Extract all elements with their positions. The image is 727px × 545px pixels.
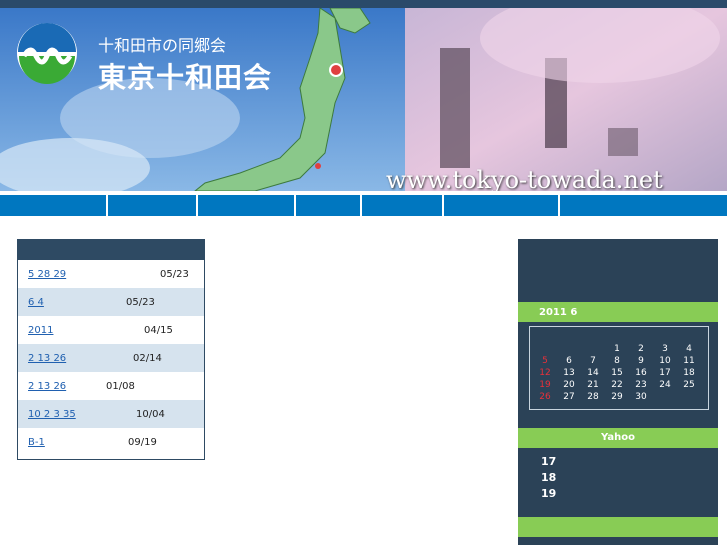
nav-tab-6[interactable] [444, 195, 560, 216]
calendar-day[interactable]: 1 [605, 343, 629, 355]
news-date: 05/23 [126, 296, 155, 308]
nav-tab-2[interactable] [108, 195, 198, 216]
news-link[interactable]: 5 28 29 [28, 269, 150, 280]
news-date: 01/08 [106, 380, 135, 392]
news-item: 6 4 05/23 [18, 288, 204, 316]
site-url: www.tokyo-towada.net [386, 166, 663, 191]
calendar-day[interactable]: 4 [677, 343, 701, 355]
nav-tab-5[interactable] [362, 195, 444, 216]
news-date: 09/19 [128, 436, 157, 448]
calendar-day[interactable]: 10 [653, 355, 677, 367]
logo-icon [17, 23, 77, 84]
calendar-day[interactable]: 25 [677, 379, 701, 391]
news-link[interactable]: 2 13 26 [28, 353, 123, 364]
calendar-day[interactable]: 16 [629, 367, 653, 379]
nav-tab-4[interactable] [296, 195, 362, 216]
calendar-day[interactable]: 8 [605, 355, 629, 367]
sidebar-footer-bar [518, 517, 718, 537]
calendar-day[interactable]: 6 [557, 355, 581, 367]
calendar-day[interactable]: 13 [557, 367, 581, 379]
calendar-day[interactable]: 28 [581, 391, 605, 403]
nav-tab-7[interactable] [560, 195, 727, 216]
calendar-day[interactable]: 22 [605, 379, 629, 391]
nav-tab-3[interactable] [198, 195, 296, 216]
calendar-day [557, 343, 581, 355]
news-date: 04/15 [144, 324, 173, 336]
yahoo-header: Yahoo [518, 428, 718, 448]
calendar-day[interactable]: 26 [533, 391, 557, 403]
calendar-day[interactable]: 5 [533, 355, 557, 367]
calendar-day[interactable]: 30 [629, 391, 653, 403]
news-item: 2 13 26 02/14 [18, 344, 204, 372]
news-date: 02/14 [133, 352, 162, 364]
calendar-header: 2011 6 [518, 302, 718, 322]
calendar-day [581, 343, 605, 355]
calendar-day[interactable]: 29 [605, 391, 629, 403]
calendar-day[interactable]: 15 [605, 367, 629, 379]
calendar-week: 5 6 7 8 9 10 11 [533, 355, 708, 367]
calendar-day [653, 391, 677, 403]
calendar-day[interactable]: 7 [581, 355, 605, 367]
news-item: B-1 09/19 [18, 428, 204, 456]
news-item: 2 13 26 01/08 [18, 372, 204, 400]
calendar-day[interactable]: 17 [653, 367, 677, 379]
news-header [18, 240, 204, 260]
calendar-day [533, 343, 557, 355]
yahoo-item[interactable]: 19 [541, 487, 556, 500]
news-date: 05/23 [160, 268, 189, 280]
calendar-day[interactable]: 2 [629, 343, 653, 355]
calendar-day[interactable]: 20 [557, 379, 581, 391]
site-subtitle: 十和田市の同郷会 [98, 36, 227, 55]
calendar-day[interactable]: 14 [581, 367, 605, 379]
calendar-week: 26 27 28 29 30 [533, 391, 708, 403]
calendar-day [677, 391, 701, 403]
news-link[interactable]: 2 13 26 [28, 381, 96, 392]
news-link[interactable]: B-1 [28, 437, 118, 448]
news-item: 10 2 3 35 10/04 [18, 400, 204, 428]
news-panel: 5 28 29 05/23 6 4 05/23 2011 04/15 2 13 … [17, 239, 205, 460]
news-link[interactable]: 2011 [28, 325, 134, 336]
header-banner: 十和田市の同郷会 東京十和田会 www.tokyo-towada.net [0, 8, 727, 191]
yahoo-item[interactable]: 18 [541, 471, 556, 484]
towada-marker [329, 63, 343, 77]
nav-tab-1[interactable] [0, 195, 108, 216]
calendar-week: 19 20 21 22 23 24 25 [533, 379, 708, 391]
calendar-day[interactable]: 23 [629, 379, 653, 391]
calendar-week: 12 13 14 15 16 17 18 [533, 367, 708, 379]
calendar-day[interactable]: 21 [581, 379, 605, 391]
news-link[interactable]: 6 4 [28, 297, 116, 308]
calendar-day[interactable]: 27 [557, 391, 581, 403]
news-date: 10/04 [136, 408, 165, 420]
calendar-day[interactable]: 24 [653, 379, 677, 391]
yahoo-item[interactable]: 17 [541, 455, 556, 468]
calendar-day[interactable]: 3 [653, 343, 677, 355]
top-strip [0, 0, 727, 8]
calendar-day[interactable]: 12 [533, 367, 557, 379]
site-title: 東京十和田会 [98, 61, 273, 94]
calendar-day[interactable]: 11 [677, 355, 701, 367]
news-item: 5 28 29 05/23 [18, 260, 204, 288]
calendar: 1 2 3 4 5 6 7 8 9 10 11 12 13 14 15 16 17 18 19 20 21 22 23 24 2… [529, 326, 709, 410]
calendar-week: 1234 [533, 343, 708, 355]
calendar-day[interactable]: 9 [629, 355, 653, 367]
calendar-day[interactable]: 19 [533, 379, 557, 391]
main-nav [0, 195, 727, 216]
news-item: 2011 04/15 [18, 316, 204, 344]
news-link[interactable]: 10 2 3 35 [28, 409, 126, 420]
calendar-day[interactable]: 18 [677, 367, 701, 379]
tokyo-marker [315, 163, 321, 169]
